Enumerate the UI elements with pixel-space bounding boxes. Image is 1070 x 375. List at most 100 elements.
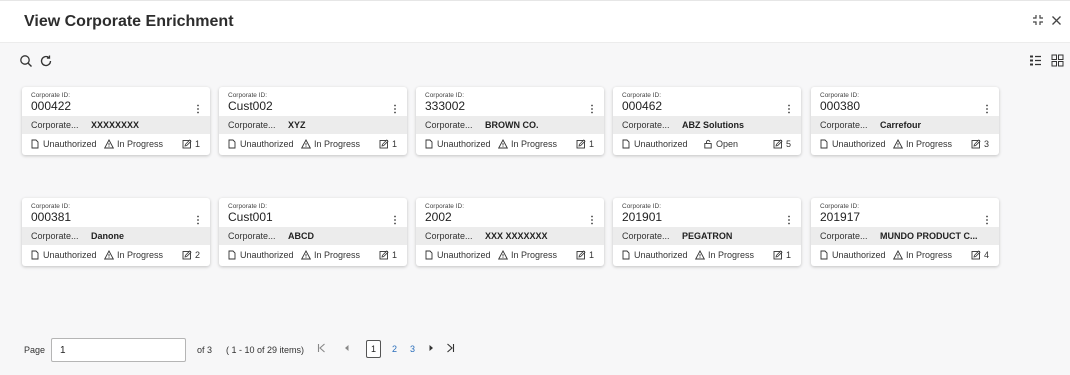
corporate-card[interactable]: Corporate ID: 000422 Corporate... XXXXXXXX U… (22, 87, 210, 155)
modification-count[interactable]: 4 (971, 250, 989, 260)
search-icon[interactable] (19, 54, 35, 70)
page-title: View Corporate Enrichment (24, 13, 234, 30)
page-number-input[interactable] (51, 338, 186, 362)
modification-count[interactable]: 2 (182, 250, 200, 260)
next-page-icon[interactable] (428, 343, 435, 356)
edit-icon (576, 139, 586, 149)
card-footer: Unauthorized In Progress 4 (811, 245, 999, 266)
record-status-text: In Progress (511, 250, 558, 260)
document-icon (819, 250, 829, 260)
page-link-3[interactable]: 3 (410, 344, 415, 354)
edit-icon (379, 250, 389, 260)
modification-count-value: 1 (589, 139, 595, 149)
corporate-card[interactable]: Corporate ID: 2002 Corporate... XXX XXXXXXX… (416, 198, 604, 266)
page-link-current[interactable]: 1 (366, 340, 381, 358)
kebab-menu-icon[interactable] (196, 212, 200, 225)
corporate-card[interactable]: Corporate ID: 000381 Corporate... Danone Una… (22, 198, 210, 266)
card-footer: Unauthorized In Progress 1 (416, 134, 604, 155)
app-window: View Corporate Enrichment Corporate ID: 0… (0, 0, 1070, 375)
title-bar: View Corporate Enrichment (0, 1, 1070, 43)
corporate-card[interactable]: Corporate ID: 201917 Corporate... MUNDO PRO… (811, 198, 999, 266)
corporate-name-label: Corporate... (31, 120, 79, 130)
document-icon (424, 139, 434, 149)
modification-count[interactable]: 1 (576, 139, 594, 149)
record-status-text: In Progress (708, 250, 755, 260)
modification-count[interactable]: 3 (971, 139, 989, 149)
modification-count[interactable]: 1 (576, 250, 594, 260)
corporate-card[interactable]: Corporate ID: 000380 Corporate... Carrefour… (811, 87, 999, 155)
card-footer: Unauthorized In Progress 1 (22, 134, 210, 155)
record-status-text: In Progress (314, 139, 361, 149)
card-footer: Unauthorized In Progress 1 (219, 245, 407, 266)
corporate-id-value: 000462 (622, 99, 663, 113)
corporate-id-value: 000422 (31, 99, 72, 113)
corporate-id-value: Cust002 (228, 99, 273, 113)
modification-count[interactable]: 1 (182, 139, 200, 149)
document-icon (424, 250, 434, 260)
modification-count[interactable]: 1 (379, 250, 397, 260)
record-status: In Progress (104, 250, 163, 260)
card-name-band: Corporate... XYZ (219, 116, 407, 134)
card-name-band: Corporate... XXXXXXXX (22, 116, 210, 134)
modification-count-value: 1 (195, 139, 201, 149)
kebab-menu-icon[interactable] (590, 101, 594, 114)
modification-count[interactable]: 5 (773, 139, 791, 149)
modification-count-value: 1 (392, 250, 398, 260)
corporate-id-label: Corporate ID: (820, 203, 860, 210)
kebab-menu-icon[interactable] (590, 212, 594, 225)
auth-status: Unauthorized (30, 250, 97, 260)
kebab-menu-icon[interactable] (985, 212, 989, 225)
corporate-name-label: Corporate... (31, 231, 79, 241)
kebab-menu-icon[interactable] (787, 101, 791, 114)
corporate-card[interactable]: Corporate ID: Cust002 Corporate... XYZ Unaut… (219, 87, 407, 155)
kebab-menu-icon[interactable] (787, 212, 791, 225)
card-footer: Unauthorized In Progress 3 (811, 134, 999, 155)
kebab-menu-icon[interactable] (196, 101, 200, 114)
kebab-menu-icon[interactable] (985, 101, 989, 114)
prev-page-icon[interactable] (343, 343, 350, 356)
corporate-name-label: Corporate... (622, 231, 670, 241)
corporate-id-label: Corporate ID: (31, 92, 71, 99)
kebab-menu-icon[interactable] (393, 212, 397, 225)
card-header: Corporate ID: 201901 (613, 198, 801, 227)
corporate-card[interactable]: Corporate ID: Cust001 Corporate... ABCD Unau… (219, 198, 407, 266)
close-icon[interactable] (1051, 15, 1062, 29)
page-link-2[interactable]: 2 (392, 344, 397, 354)
corporate-name-label: Corporate... (425, 120, 473, 130)
auth-status: Unauthorized (621, 250, 688, 260)
modification-count-value: 4 (984, 250, 990, 260)
corporate-name-value: XYZ (288, 120, 306, 130)
edit-icon (182, 250, 192, 260)
corporate-id-value: 000380 (820, 99, 861, 113)
card-footer: Unauthorized In Progress 1 (613, 245, 801, 266)
corporate-name-value: ABCD (288, 231, 314, 241)
modification-count[interactable]: 1 (773, 250, 791, 260)
record-status: In Progress (893, 139, 952, 149)
corporate-name-label: Corporate... (425, 231, 473, 241)
list-view-icon[interactable] (1029, 54, 1042, 72)
toolbar (0, 43, 1070, 83)
last-page-icon[interactable] (446, 343, 455, 356)
auth-status-text: Unauthorized (634, 250, 688, 260)
kebab-menu-icon[interactable] (393, 101, 397, 114)
card-name-band: Corporate... ABZ Solutions (613, 116, 801, 134)
minimize-icon[interactable] (1032, 14, 1044, 29)
first-page-icon[interactable] (317, 343, 326, 356)
auth-status-text: Unauthorized (43, 250, 97, 260)
view-switcher (1029, 54, 1064, 72)
refresh-icon[interactable] (39, 54, 55, 70)
corporate-card[interactable]: Corporate ID: 000462 Corporate... ABZ Solut… (613, 87, 801, 155)
record-status: In Progress (498, 139, 557, 149)
record-status: In Progress (695, 250, 754, 260)
warning-icon (104, 139, 114, 149)
modification-count-value: 2 (195, 250, 201, 260)
modification-count[interactable]: 1 (379, 139, 397, 149)
corporate-card[interactable]: Corporate ID: 201901 Corporate... PEGATRON U… (613, 198, 801, 266)
warning-icon (498, 139, 508, 149)
corporate-id-label: Corporate ID: (228, 92, 268, 99)
grid-view-icon[interactable] (1051, 54, 1064, 72)
record-status-text: In Progress (511, 139, 558, 149)
corporate-card[interactable]: Corporate ID: 333002 Corporate... BROWN CO.… (416, 87, 604, 155)
card-header: Corporate ID: 000381 (22, 198, 210, 227)
corporate-name-value: BROWN CO. (485, 120, 539, 130)
